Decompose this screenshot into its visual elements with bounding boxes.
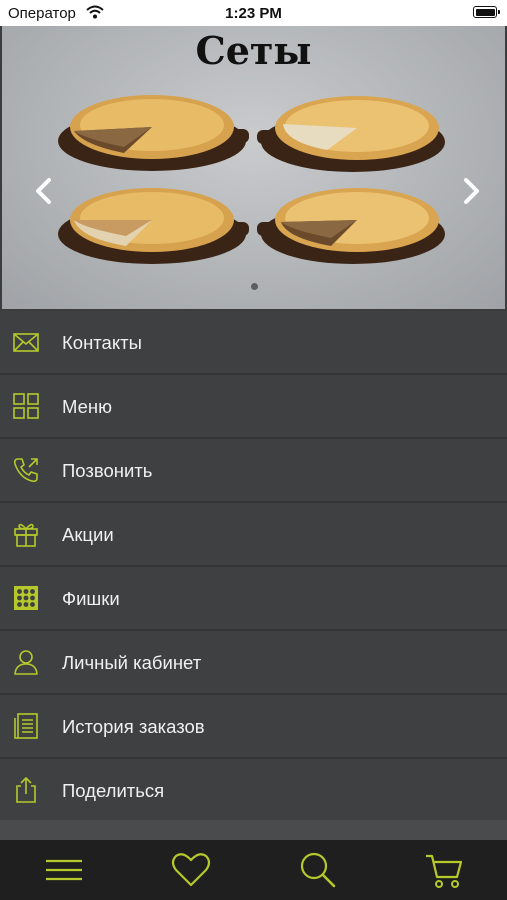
- hamburger-menu-icon[interactable]: [44, 850, 84, 890]
- cart-icon[interactable]: [424, 850, 464, 890]
- status-time: 1:23 PM: [225, 5, 282, 22]
- menu-item-label: Меню: [62, 396, 112, 417]
- menu-footer-area: [0, 820, 507, 840]
- menu-item-label: Поделиться: [62, 780, 165, 801]
- pie-image-1: [58, 95, 249, 171]
- status-bar: Оператор 1:23 PM: [0, 0, 507, 26]
- side-menu: Контакты Меню Позвонить Акции Фишки Личн…: [0, 311, 507, 823]
- battery-icon: [473, 6, 500, 18]
- chevron-right-icon[interactable]: [455, 176, 485, 206]
- gift-icon: [14, 523, 38, 547]
- menu-item-contacts[interactable]: Контакты: [0, 311, 507, 375]
- menu-item-order-history[interactable]: История заказов: [0, 695, 507, 759]
- grid-icon: [13, 393, 39, 419]
- menu-item-call[interactable]: Позвонить: [0, 439, 507, 503]
- menu-item-label: Позвонить: [62, 460, 153, 481]
- phone-icon: [13, 458, 38, 483]
- menu-item-account[interactable]: Личный кабинет: [0, 631, 507, 695]
- chip-icon: [14, 586, 38, 610]
- pie-image-3: [58, 188, 249, 264]
- menu-item-label: Контакты: [62, 332, 142, 353]
- menu-item-label: Фишки: [62, 588, 120, 609]
- menu-item-menu[interactable]: Меню: [0, 375, 507, 439]
- envelope-icon: [13, 333, 39, 352]
- menu-item-share[interactable]: Поделиться: [0, 759, 507, 823]
- share-icon: [16, 776, 36, 803]
- menu-item-label: История заказов: [62, 716, 205, 737]
- banner-title: Сеты: [195, 28, 312, 73]
- chevron-left-icon[interactable]: [30, 176, 60, 206]
- search-icon[interactable]: [298, 850, 338, 890]
- pie-image-2: [257, 96, 445, 172]
- user-icon: [14, 650, 38, 675]
- promo-banner-carousel[interactable]: Сеты: [2, 26, 505, 309]
- menu-item-features[interactable]: Фишки: [0, 567, 507, 631]
- pie-image-4: [257, 188, 445, 264]
- bottom-tab-bar: [0, 840, 507, 900]
- menu-item-label: Личный кабинет: [62, 652, 202, 673]
- menu-item-promotions[interactable]: Акции: [0, 503, 507, 567]
- heart-icon[interactable]: [171, 850, 211, 890]
- menu-item-label: Акции: [62, 524, 114, 545]
- history-icon: [14, 713, 38, 739]
- page-indicator-dot[interactable]: [251, 283, 258, 290]
